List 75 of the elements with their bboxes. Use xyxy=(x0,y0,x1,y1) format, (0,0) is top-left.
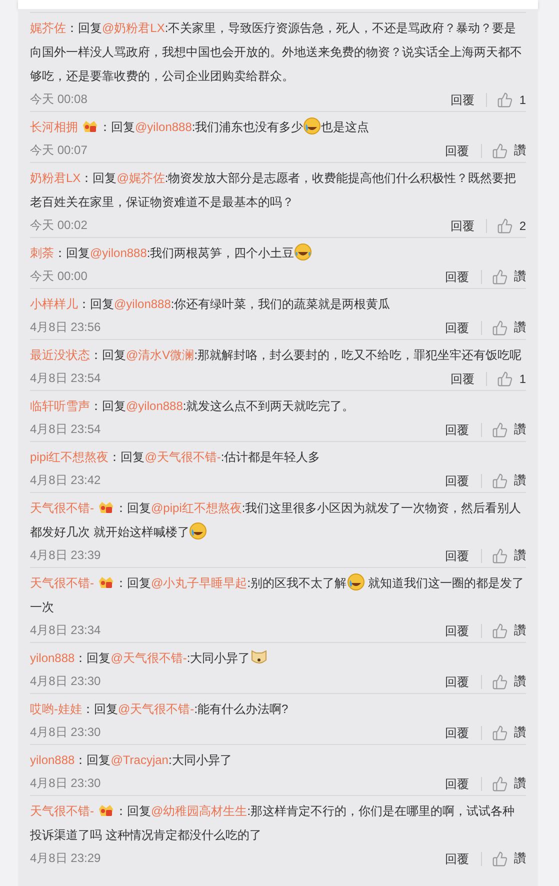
comment-time: 4月8日 23:30 xyxy=(30,775,101,792)
comment-text: 哎哟-娃娃：回复@天气很不错-:能有什么办法啊? xyxy=(30,701,290,718)
like-button[interactable]: 讚 xyxy=(482,850,526,867)
comment-text: pipi红不想熬夜：回复@天气很不错-:估计都是年轻人多 xyxy=(30,449,322,466)
comment-text: 天气很不错- ：回复@pipi红不想熬夜:我们这里很多小区因为就发了一次物资，然后看别人都发好几次 就开始这样喊楼了 xyxy=(30,499,522,542)
reply-button[interactable]: 回覆 xyxy=(450,92,488,106)
thumbs-up-icon xyxy=(492,724,508,740)
comment-time: 4月8日 23:30 xyxy=(30,724,101,741)
crying-laugh-emoji-icon xyxy=(303,117,322,135)
like-button[interactable]: 讚 xyxy=(482,472,526,489)
comment-time: 4月8日 23:56 xyxy=(30,319,101,336)
dog-emoji-icon xyxy=(250,648,268,666)
comment-text: 刺荼：回复@yilon888:我们两根莴笋，四个小土豆 xyxy=(30,241,526,265)
like-button[interactable]: 讚 xyxy=(482,775,526,792)
reply-button[interactable]: 回覆 xyxy=(445,852,482,866)
like-button[interactable]: 1 xyxy=(487,370,526,386)
comment-text: 长河相拥 ：回复@yilon888:我们浦东也没有多少 也是这点 xyxy=(30,115,526,139)
like-button[interactable]: 讚 xyxy=(482,724,526,741)
reply-button[interactable]: 回覆 xyxy=(445,144,482,158)
thumbs-up-icon xyxy=(497,218,514,234)
like-button[interactable]: 讚 xyxy=(482,622,526,639)
comment-time: 今天 00:07 xyxy=(30,142,88,159)
thumbs-up-icon xyxy=(492,472,508,488)
like-button[interactable]: 讚 xyxy=(482,421,526,438)
thumbs-up-icon xyxy=(492,320,508,336)
comment-text: 最近没状态：回复@清水V微澜:那就解封咯，封么要封的，吃又不给吃，罪犯坐牢还有饭吃呢 xyxy=(30,347,523,364)
reply-button[interactable]: 回覆 xyxy=(445,624,482,638)
reply-button[interactable]: 回覆 xyxy=(445,726,482,740)
comment-time: 4月8日 23:29 xyxy=(30,850,101,867)
comment-time: 今天 00:00 xyxy=(30,268,88,285)
thumbs-up-icon xyxy=(492,422,508,438)
reply-button[interactable]: 回覆 xyxy=(445,320,482,334)
like-button[interactable]: 讚 xyxy=(482,547,526,564)
thumbs-up-icon xyxy=(492,622,508,638)
like-button[interactable]: 讚 xyxy=(482,319,526,336)
thumbs-up-icon xyxy=(497,92,514,108)
reply-button[interactable]: 回覆 xyxy=(445,422,482,436)
reply-button[interactable]: 回覆 xyxy=(445,474,482,488)
comment-time: 今天 00:08 xyxy=(30,91,88,108)
like-button[interactable]: 2 xyxy=(487,218,526,234)
comment-text: 娓芥佐：回复@奶粉君LX:不关家里，导致医疗资源告急，死人，不还是骂政府？暴动？要是向国外一样没人骂政府，我想中国也会开放的。外地送来免费的物资？说实话全上海两天都不够吃，还是要靠收费的，公司企业团购卖给群众。 xyxy=(30,20,523,85)
like-button[interactable]: 讚 xyxy=(482,142,526,159)
reply-button[interactable]: 回覆 xyxy=(445,776,482,790)
laughing-emoji-icon xyxy=(294,243,312,261)
like-button[interactable]: 1 xyxy=(487,92,526,108)
comment-time: 4月8日 23:30 xyxy=(30,673,101,690)
comment-text: 奶粉君LX：回复@娓芥佐:物资发放大部分是志愿者，收费能提高他们什么积极性？既然要把老百姓关在家里，保证物资难道不是最基本的吗？ xyxy=(30,170,518,211)
thumbs-up-icon xyxy=(492,776,508,792)
like-button[interactable]: 讚 xyxy=(482,673,526,690)
reply-button[interactable]: 回覆 xyxy=(445,270,482,284)
comment-text: 小样样儿：回复@yilon888:你还有绿叶菜，我们的蔬菜就是两根黄瓜 xyxy=(30,296,392,313)
thumbs-up-icon xyxy=(497,370,514,386)
comment-text: yilon888：回复@Tracyjan:大同小异了 xyxy=(30,752,233,769)
comment-time: 4月8日 23:54 xyxy=(30,421,101,438)
comment-time: 4月8日 23:39 xyxy=(30,547,101,564)
like-button[interactable]: 讚 xyxy=(482,268,526,285)
thumbs-up-icon xyxy=(492,674,508,690)
crying-laugh-emoji-icon xyxy=(189,522,208,540)
comment-text: yilon888：回复@天气很不错-:大同小异了 xyxy=(30,646,526,670)
thumbs-up-icon xyxy=(492,142,508,158)
comment-time: 今天 00:02 xyxy=(30,217,88,234)
comment-text: 天气很不错- ：回复@小丸子早睡早起:别的区我不太了解 就知道我们这一圈的都是发了一次 xyxy=(30,571,526,619)
comment-time: 4月8日 23:34 xyxy=(30,622,101,639)
comment-time: 4月8日 23:54 xyxy=(30,370,101,387)
comment-text: 临轩听雪声：回复@yilon888:就发这么点不到两天就吃完了。 xyxy=(30,398,356,415)
reply-button[interactable]: 回覆 xyxy=(450,372,488,386)
comment-time: 4月8日 23:42 xyxy=(30,472,101,489)
reply-button[interactable]: 回覆 xyxy=(450,218,488,232)
reply-button[interactable]: 回覆 xyxy=(445,674,482,688)
reply-button[interactable]: 回覆 xyxy=(445,548,482,562)
thumbs-up-icon xyxy=(492,850,508,866)
crying-laugh-emoji-icon xyxy=(346,573,365,591)
comment-text: 天气很不错- ：回复@幼稚园高材生生:那这样肯定不行的，你们是在哪里的啊，试试各种投诉渠道了吗 这种情况肯定都没什么吃的了 xyxy=(30,802,516,844)
thumbs-up-icon xyxy=(492,268,508,284)
thumbs-up-icon xyxy=(492,548,508,564)
